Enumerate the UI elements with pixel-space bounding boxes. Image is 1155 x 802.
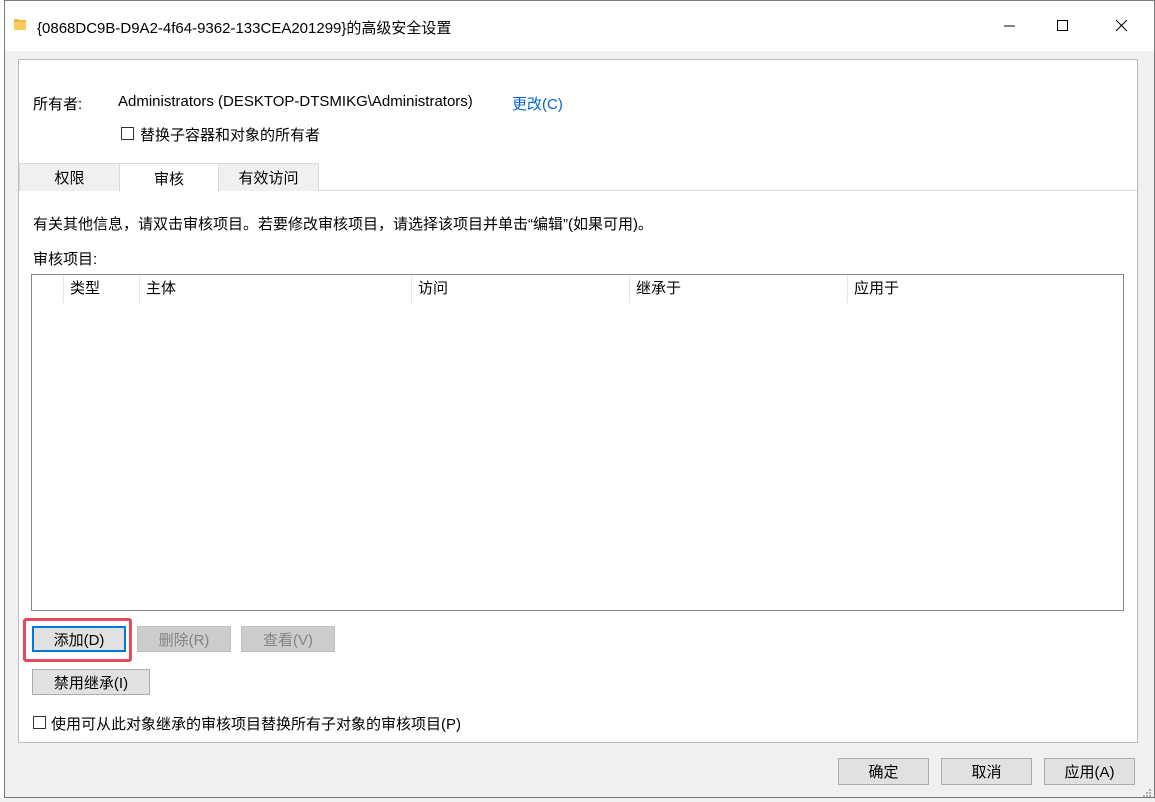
tab-effective-access-label: 有效访问 (238, 170, 299, 187)
column-header-type[interactable]: 类型 (64, 275, 140, 303)
ok-button[interactable]: 确定 (838, 758, 929, 785)
title-bar: {0868DC9B-D9A2-4f64-9362-133CEA201299}的高… (5, 1, 1154, 51)
window-title: {0868DC9B-D9A2-4f64-9362-133CEA201299}的高… (37, 20, 452, 37)
minimize-button[interactable] (984, 1, 1036, 51)
add-button[interactable]: 添加(D) (32, 626, 126, 652)
minimize-icon (1004, 25, 1015, 27)
column-header-applies-to[interactable]: 应用于 (848, 275, 1123, 303)
owner-label: 所有者: (33, 96, 83, 113)
column-header-access[interactable]: 访问 (412, 275, 630, 303)
close-button[interactable] (1096, 1, 1148, 51)
audit-entries-table[interactable]: 类型 主体 访问 继承于 应用于 (31, 274, 1124, 611)
disable-inheritance-button[interactable]: 禁用继承(I) (32, 669, 150, 695)
cancel-button[interactable]: 取消 (941, 758, 1032, 785)
maximize-button[interactable] (1037, 1, 1089, 51)
column-header-inherited-from[interactable]: 继承于 (630, 275, 848, 303)
replace-child-audit-label: 使用可从此对象继承的审核项目替换所有子对象的审核项目(P) (51, 716, 461, 733)
close-icon (1116, 20, 1128, 32)
tab-permissions[interactable]: 权限 (19, 163, 120, 191)
owner-value: Administrators (DESKTOP-DTSMIKG\Administ… (118, 93, 473, 110)
tab-auditing[interactable]: 审核 (119, 163, 219, 192)
replace-owner-label: 替换子容器和对象的所有者 (140, 127, 321, 144)
audit-entries-label: 审核项目: (33, 251, 98, 268)
replace-child-audit-checkbox[interactable] (33, 716, 46, 729)
tab-auditing-label: 审核 (153, 170, 184, 188)
tab-effective-access[interactable]: 有效访问 (218, 163, 319, 191)
content-panel: 所有者: Administrators (DESKTOP-DTSMIKG\Adm… (18, 59, 1138, 743)
change-owner-link[interactable]: 更改(C) (512, 93, 563, 114)
view-button[interactable]: 查看(V) (241, 626, 335, 652)
remove-button[interactable]: 删除(R) (137, 626, 231, 652)
advanced-security-settings-dialog: {0868DC9B-D9A2-4f64-9362-133CEA201299}的高… (4, 0, 1155, 798)
column-header-blank (32, 275, 64, 303)
resize-grip-icon[interactable] (1142, 785, 1152, 797)
tab-permissions-label: 权限 (54, 170, 85, 187)
replace-owner-checkbox[interactable] (121, 127, 134, 140)
column-header-principal[interactable]: 主体 (140, 275, 412, 303)
apply-button[interactable]: 应用(A) (1044, 758, 1135, 785)
audit-info-text: 有关其他信息，请双击审核项目。若要修改审核项目，请选择该项目并单击“编辑”(如果… (33, 216, 653, 233)
maximize-icon (1057, 20, 1068, 31)
folder-icon (14, 17, 26, 31)
